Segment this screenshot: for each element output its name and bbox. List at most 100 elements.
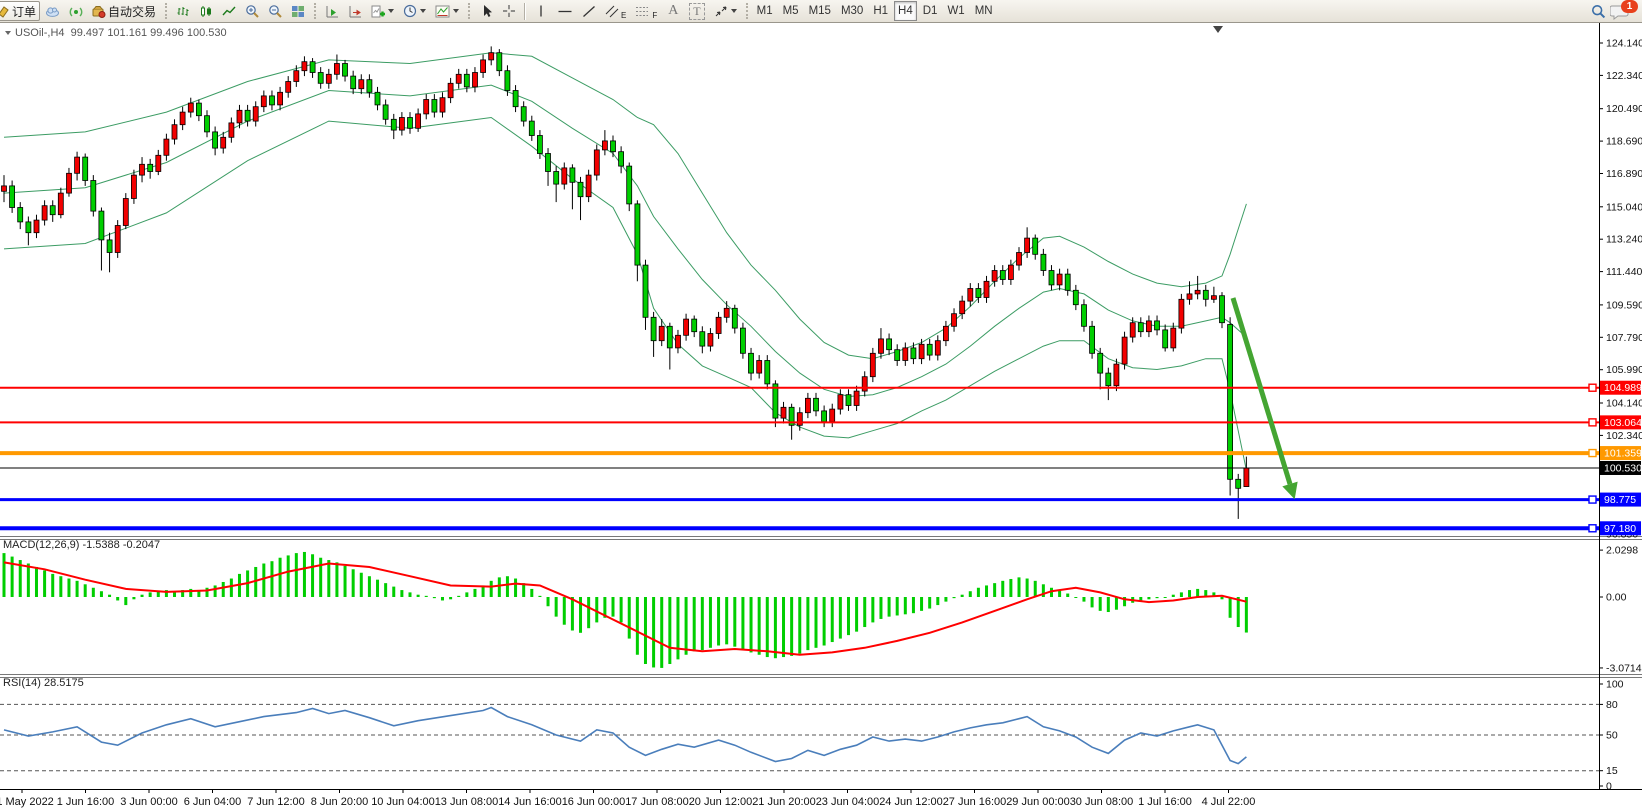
price-axis-label: 115.040 <box>1606 201 1642 213</box>
chart-area[interactable]: 124.140122.340120.490118.690116.890115.0… <box>0 22 1642 810</box>
time-axis-label: 7 Jun 12:00 <box>247 796 305 808</box>
tile-windows-button[interactable] <box>287 1 309 21</box>
charts-cloud-button[interactable] <box>41 1 64 21</box>
price-line-handle[interactable] <box>1589 496 1596 503</box>
channel-tool-button[interactable]: E <box>601 1 630 21</box>
price-line-handle[interactable] <box>1589 384 1596 391</box>
time-axis-label: 31 May 2022 <box>0 796 54 808</box>
macd-histogram-bar <box>368 576 371 597</box>
price-axis-label: 105.990 <box>1606 364 1642 376</box>
new-order-button[interactable]: 订单 <box>0 1 40 21</box>
candle <box>456 74 461 83</box>
chat-button[interactable]: 1 <box>1610 1 1636 21</box>
zoom-out-button[interactable] <box>264 1 286 21</box>
fibonacci-tool-button[interactable]: F <box>631 1 661 21</box>
macd-histogram-bar <box>944 597 947 602</box>
timeframe-button-h1[interactable]: H1 <box>869 1 892 21</box>
price-line-handle[interactable] <box>1589 450 1596 457</box>
macd-histogram-bar <box>904 597 907 614</box>
trend-arrow[interactable] <box>1233 298 1290 484</box>
macd-histogram-bar <box>1229 597 1232 618</box>
search-icon <box>1591 4 1606 19</box>
macd-histogram-bar <box>230 579 233 597</box>
text-tool-button[interactable]: A <box>662 1 684 21</box>
macd-histogram-bar <box>490 581 493 597</box>
timeframe-button-h4[interactable]: H4 <box>894 1 917 21</box>
cursor-icon <box>480 4 493 18</box>
candle <box>123 199 128 226</box>
indicators-button[interactable] <box>367 1 398 21</box>
trendline-tool-button[interactable] <box>578 1 600 21</box>
macd-histogram-bar <box>888 597 891 617</box>
candle <box>708 334 713 347</box>
trendline-icon <box>582 5 596 18</box>
timeframe-button-w1[interactable]: W1 <box>943 1 968 21</box>
macd-histogram-bar <box>457 596 460 597</box>
line-chart-button[interactable] <box>218 1 240 21</box>
rsi-axis-label: 15 <box>1606 765 1618 777</box>
auto-trading-button[interactable]: 自动交易 <box>88 1 160 21</box>
candle <box>278 92 283 105</box>
candle <box>724 308 729 317</box>
macd-histogram-bar <box>1164 597 1167 598</box>
price-axis-label: 102.340 <box>1606 430 1642 442</box>
macd-histogram-bar <box>798 597 801 654</box>
candle <box>237 110 242 123</box>
macd-histogram-bar <box>360 573 363 597</box>
timeframe-button-m1[interactable]: M1 <box>753 1 777 21</box>
timeframe-button-m5[interactable]: M5 <box>779 1 803 21</box>
chart-shift-marker[interactable] <box>1213 26 1223 33</box>
candle <box>156 155 161 171</box>
price-line-handle[interactable] <box>1589 419 1596 426</box>
macd-histogram-bar <box>1082 597 1085 602</box>
timeframe-button-m30[interactable]: M30 <box>837 1 867 21</box>
bar-chart-button[interactable] <box>172 1 194 21</box>
timeframe-button-m15[interactable]: M15 <box>805 1 835 21</box>
search-button[interactable] <box>1587 1 1610 21</box>
zoom-in-button[interactable] <box>241 1 263 21</box>
candlestick-button[interactable] <box>195 1 217 21</box>
timeframe-label: M5 <box>783 5 799 17</box>
notification-badge[interactable]: 1 <box>1621 0 1638 13</box>
periods-button[interactable] <box>399 1 430 21</box>
arrows-tool-button[interactable] <box>710 1 741 21</box>
candle <box>424 100 429 114</box>
crosshair-tool-button[interactable] <box>498 1 520 21</box>
macd-histogram-bar <box>506 576 509 597</box>
chart-shift-button[interactable] <box>344 1 366 21</box>
timeframe-button-mn[interactable]: MN <box>971 1 997 21</box>
fibonacci-icon <box>635 5 650 18</box>
candle <box>180 112 185 125</box>
text-tool-icon: A <box>668 3 678 19</box>
signals-button[interactable] <box>65 1 87 21</box>
chart-title-dropdown-icon[interactable] <box>5 31 11 35</box>
timeframe-button-d1[interactable]: D1 <box>919 1 942 21</box>
macd-histogram-bar <box>953 597 956 598</box>
macd-histogram-bar <box>1001 581 1004 597</box>
candle <box>148 164 153 171</box>
macd-histogram-bar <box>392 587 395 597</box>
macd-histogram-bar <box>108 595 111 597</box>
templates-button[interactable] <box>431 1 463 21</box>
horizontal-line-tool-button[interactable] <box>553 1 577 21</box>
macd-histogram-bar <box>1115 597 1118 610</box>
price-line-handle[interactable] <box>1589 525 1596 532</box>
candle <box>253 107 258 121</box>
rsi-axis-label: 100 <box>1606 679 1624 691</box>
macd-histogram-bar <box>644 597 647 664</box>
candle <box>943 326 948 340</box>
macd-histogram-bar <box>636 597 639 655</box>
chevron-down-icon <box>420 9 426 13</box>
trend-arrow-head[interactable] <box>1282 482 1297 500</box>
label-tool-button[interactable]: T <box>685 1 708 21</box>
equidistant-channel-icon <box>605 5 619 18</box>
candle <box>879 339 884 353</box>
vertical-line-tool-button[interactable] <box>530 1 552 21</box>
candle <box>749 353 754 373</box>
auto-scroll-button[interactable] <box>321 1 343 21</box>
macd-histogram-bar <box>750 597 753 652</box>
candle <box>1130 323 1135 337</box>
candle <box>667 326 672 348</box>
macd-histogram-bar <box>27 564 30 597</box>
cursor-tool-button[interactable] <box>475 1 497 21</box>
